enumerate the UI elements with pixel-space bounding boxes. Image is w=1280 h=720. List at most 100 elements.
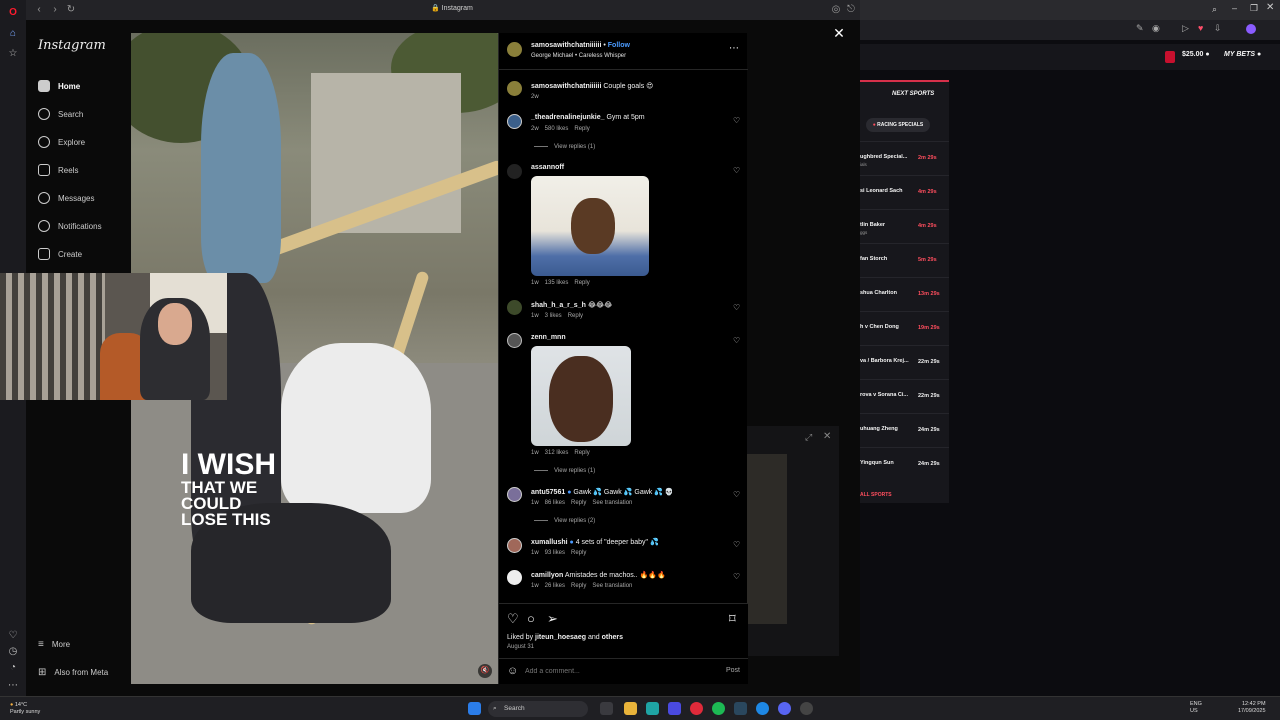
avatar[interactable] — [507, 81, 522, 96]
close-icon[interactable]: ✕ — [823, 431, 831, 442]
avatar[interactable] — [507, 300, 522, 315]
download-icon[interactable]: ⇩ — [1214, 23, 1222, 34]
comment-username[interactable]: camillyon — [531, 572, 563, 579]
event-row[interactable]: tlin Baker ggs 4m 29s — [860, 209, 949, 243]
steam-icon[interactable] — [734, 702, 747, 715]
sidebar-item-explore[interactable]: Explore — [38, 134, 85, 150]
view-replies-button[interactable]: View replies (1) — [534, 468, 595, 474]
sidebar-item-meta[interactable]: ⊞ Also from Meta — [38, 664, 108, 680]
avatar[interactable] — [507, 114, 522, 129]
audio-track[interactable]: George Michael • Careless Whisper — [531, 53, 626, 59]
sidebar-item-create[interactable]: Create — [38, 246, 82, 262]
opera-logo-icon[interactable]: O — [5, 5, 21, 21]
event-row[interactable]: va / Barbora Krej... 22m 29s — [860, 345, 949, 379]
screenshot-icon[interactable]: ◎ — [829, 3, 843, 17]
notification-badge-icon[interactable] — [1165, 51, 1175, 63]
weather-widget[interactable]: ● 14°C Partly sunny — [10, 702, 40, 715]
expand-icon[interactable]: ⤢ — [805, 432, 812, 443]
event-row[interactable]: fan Storch 5m 29s — [860, 243, 949, 277]
comment-username[interactable]: assannoff — [531, 164, 564, 171]
avatar[interactable] — [507, 333, 522, 348]
like-icon[interactable]: ♡ — [507, 612, 521, 626]
sidebar-item-notifications[interactable]: Notifications — [38, 218, 102, 234]
opera-icon[interactable] — [690, 702, 703, 715]
obs-icon[interactable] — [800, 702, 813, 715]
reply-button[interactable]: Reply — [574, 280, 589, 286]
edit-icon[interactable]: ✎ — [1136, 23, 1144, 34]
comment-likes[interactable]: 3 likes — [545, 313, 562, 319]
close-modal-icon[interactable]: ✕ — [832, 26, 846, 40]
sidebar-item-search[interactable]: Search — [38, 106, 83, 122]
comment-username[interactable]: shah_h_a_r_s_h — [531, 302, 586, 309]
event-row[interactable]: ughbred Special... ials 2m 29s — [860, 141, 949, 175]
clock-icon[interactable]: ◔ — [5, 660, 21, 676]
taskbar-search[interactable]: ⌕ Search — [488, 701, 588, 717]
search-icon[interactable]: ⌕ — [1212, 4, 1217, 15]
comment-likes[interactable]: 26 likes — [545, 583, 565, 589]
instagram-logo[interactable]: Instagram — [38, 38, 106, 53]
comment-username[interactable]: zenn_mnn — [531, 334, 566, 341]
minimize-icon[interactable]: – — [1232, 3, 1237, 13]
reply-button[interactable]: Reply — [571, 500, 586, 506]
racing-specials-tab[interactable]: ● RACING SPECIALS — [866, 118, 930, 132]
sidebar-item-home[interactable]: Home — [38, 78, 80, 94]
post-comment-button[interactable]: Post — [726, 667, 740, 674]
file-explorer-icon[interactable] — [624, 702, 637, 715]
more-options-icon[interactable]: ⋯ — [729, 43, 739, 54]
forward-icon[interactable]: › — [48, 3, 62, 17]
comment-likes[interactable]: 580 likes — [545, 126, 569, 132]
view-replies-button[interactable]: View replies (1) — [534, 144, 595, 150]
mute-icon[interactable]: 🔇 — [478, 664, 492, 678]
close-icon[interactable]: ✕ — [1266, 2, 1274, 13]
comment-username[interactable]: antu57561 — [531, 489, 565, 496]
windows-start-icon[interactable] — [468, 702, 481, 715]
avatar[interactable] — [507, 42, 522, 57]
comment-username[interactable]: samosawithchatniiiiii — [531, 83, 601, 90]
address-bar[interactable]: 🔒 Instagram — [431, 4, 473, 12]
like-heart-icon[interactable]: ♡ — [733, 491, 741, 499]
app-icon[interactable] — [668, 702, 681, 715]
system-clock[interactable]: 12:42 PM 17/09/2025 — [1238, 701, 1266, 715]
emoji-icon[interactable]: ☺ — [507, 665, 518, 677]
reload-icon[interactable]: ↻ — [64, 3, 78, 17]
comment-likes[interactable]: 135 likes — [545, 280, 569, 286]
heart-icon[interactable]: ♥ — [1198, 23, 1203, 33]
back-icon[interactable]: ‹ — [32, 3, 46, 17]
event-row[interactable]: Yingqun Sun 24m 29s — [860, 447, 949, 481]
play-icon[interactable]: ▷ — [1182, 23, 1189, 34]
event-row[interactable]: uhuang Zheng 24m 29s — [860, 413, 949, 447]
comment-image[interactable] — [531, 346, 631, 446]
follow-button[interactable]: Follow — [608, 42, 630, 49]
history-icon[interactable]: ◷ — [5, 644, 21, 660]
maximize-icon[interactable]: ❐ — [1250, 3, 1258, 14]
profile-icon[interactable] — [1246, 24, 1256, 34]
save-bookmark-icon[interactable]: ⌑ — [729, 612, 743, 626]
like-heart-icon[interactable]: ♡ — [733, 573, 741, 581]
like-heart-icon[interactable]: ♡ — [733, 304, 741, 312]
see-translation-button[interactable]: See translation — [592, 583, 632, 589]
avatar[interactable] — [507, 538, 522, 553]
more-icon[interactable]: ⋯ — [5, 678, 21, 694]
event-row[interactable]: si Leonard Sach 4m 29s — [860, 175, 949, 209]
reply-button[interactable]: Reply — [571, 550, 586, 556]
account-balance[interactable]: $25.00 ● — [1182, 51, 1210, 58]
liked-by-user[interactable]: jiteun_hoesaeg — [535, 634, 586, 641]
home-icon[interactable]: ⌂ — [5, 26, 21, 42]
liked-by-others[interactable]: others — [602, 634, 623, 641]
bookmark-icon[interactable]: ☆ — [5, 46, 21, 62]
comment-likes[interactable]: 312 likes — [545, 450, 569, 456]
event-row[interactable]: rova v Sorana Ci... 22m 29s — [860, 379, 949, 413]
comment-username[interactable]: _theadrenalinejunkie_ — [531, 114, 605, 121]
view-replies-button[interactable]: View replies (2) — [534, 518, 595, 524]
like-heart-icon[interactable]: ♡ — [733, 337, 741, 345]
task-view-icon[interactable] — [600, 702, 613, 715]
spotify-icon[interactable] — [712, 702, 725, 715]
comment-icon[interactable]: ○ — [527, 612, 541, 626]
comment-image[interactable] — [531, 176, 649, 276]
edge-icon[interactable] — [756, 702, 769, 715]
comment-input[interactable] — [525, 664, 705, 678]
post-author[interactable]: samosawithchatniiiiii — [531, 42, 601, 49]
share-icon[interactable]: ➢ — [547, 612, 561, 626]
language-indicator[interactable]: ENG US — [1190, 701, 1202, 715]
discord-icon[interactable] — [778, 702, 791, 715]
